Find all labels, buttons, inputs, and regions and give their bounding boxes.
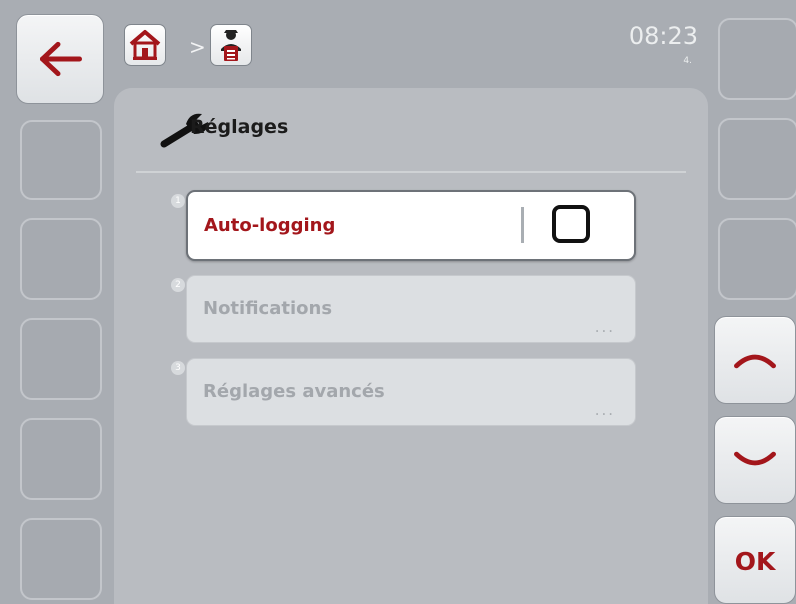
- list-item-number: 2: [171, 278, 185, 292]
- page-title: Réglages: [190, 116, 289, 138]
- list-item-label: Réglages avancés: [203, 381, 385, 402]
- list-item-label: Auto-logging: [204, 215, 336, 236]
- more-indicator: ...: [594, 401, 615, 419]
- operator-clipboard-icon: [221, 30, 241, 61]
- scroll-up-button[interactable]: [714, 316, 796, 404]
- back-arrow-icon: [39, 41, 82, 77]
- screen: OK > 08:23 4. Réglages 1 Auto-logging 2 …: [0, 0, 796, 604]
- softkey-left-4[interactable]: [20, 318, 102, 400]
- day-indicator: 4.: [683, 56, 692, 66]
- ok-button[interactable]: OK: [714, 516, 796, 604]
- softkey-right-2[interactable]: [718, 118, 796, 200]
- more-indicator: ...: [594, 318, 615, 336]
- breadcrumb-home[interactable]: [124, 24, 166, 66]
- scroll-down-button[interactable]: [714, 416, 796, 504]
- softkey-left-3[interactable]: [20, 218, 102, 300]
- list-item-advanced-settings[interactable]: Réglages avancés ...: [186, 358, 636, 426]
- home-icon: [129, 30, 161, 60]
- breadcrumb-separator: >: [189, 35, 206, 59]
- softkey-left-6[interactable]: [20, 518, 102, 600]
- softkey-left-5[interactable]: [20, 418, 102, 500]
- softkey-left-2[interactable]: [20, 120, 102, 200]
- back-button[interactable]: [16, 14, 104, 104]
- list-item-auto-logging[interactable]: Auto-logging: [186, 190, 636, 261]
- auto-logging-checkbox[interactable]: [552, 205, 590, 243]
- chevron-up-icon: [734, 354, 776, 369]
- clock: 08:23: [628, 22, 698, 50]
- list-item-notifications[interactable]: Notifications ...: [186, 275, 636, 343]
- list-item-number: 3: [171, 361, 185, 375]
- chevron-down-icon: [734, 451, 776, 466]
- softkey-right-1[interactable]: [718, 18, 796, 100]
- list-item-label: Notifications: [203, 298, 333, 319]
- title-divider: [136, 171, 686, 173]
- softkey-right-3[interactable]: [718, 218, 796, 300]
- breadcrumb-operator[interactable]: [210, 24, 252, 66]
- list-item-number: 1: [171, 194, 185, 208]
- ok-button-label: OK: [734, 547, 776, 576]
- item-separator: [521, 207, 524, 243]
- header-bar: > 08:23 4.: [112, 10, 708, 88]
- main-panel: Réglages 1 Auto-logging 2 Notifications …: [114, 88, 708, 604]
